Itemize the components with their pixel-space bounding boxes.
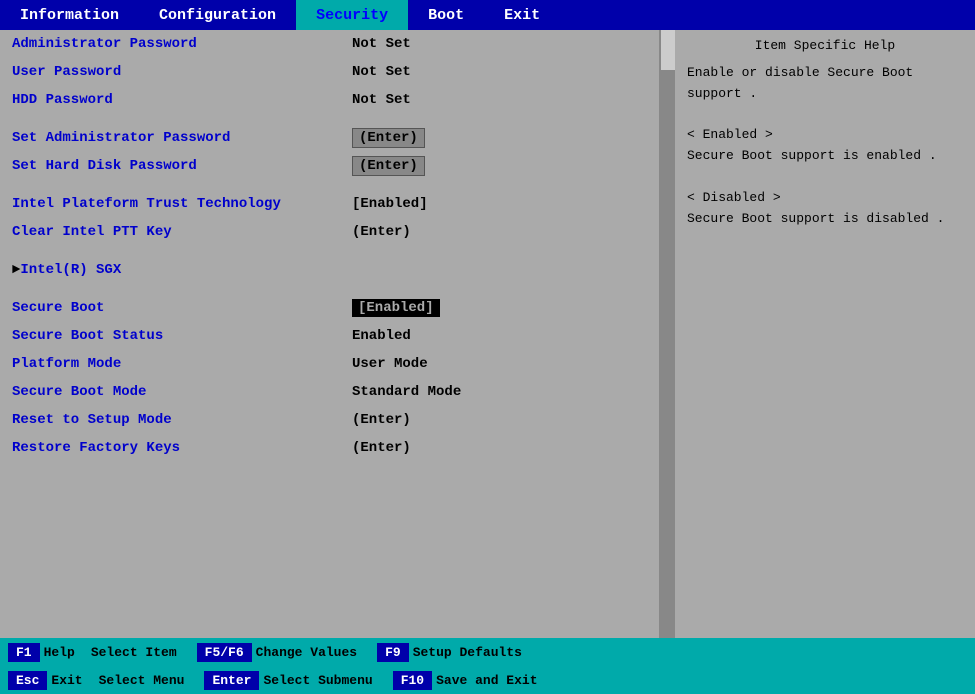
intel-ptt-row[interactable]: Intel Plateform Trust Technology [Enable…: [0, 190, 659, 218]
right-panel: Item Specific Help Enable or disable Sec…: [675, 30, 975, 638]
f9-key: F9: [377, 643, 409, 662]
set-administrator-password-value[interactable]: (Enter): [352, 128, 425, 148]
f1-key: F1: [8, 643, 40, 662]
menu-exit[interactable]: Exit: [484, 0, 560, 30]
bottom-bar: F1 Help Select Item F5/F6 Change Values …: [0, 638, 975, 694]
intel-ptt-label: Intel Plateform Trust Technology: [12, 196, 352, 212]
set-administrator-password-row[interactable]: Set Administrator Password (Enter): [0, 124, 659, 152]
secure-boot-label: Secure Boot: [12, 300, 352, 316]
f10-key: F10: [393, 671, 432, 690]
exit-label: Exit: [51, 673, 82, 688]
menu-boot[interactable]: Boot: [408, 0, 484, 30]
intel-sgx-row[interactable]: ► Intel(R) SGX: [0, 256, 659, 284]
menu-bar: Information Configuration Security Boot …: [0, 0, 975, 30]
scrollbar-thumb[interactable]: [661, 30, 675, 70]
select-item-label: Select Item: [91, 645, 177, 660]
secure-boot-status-label: Secure Boot Status: [12, 328, 352, 344]
main-content: Administrator Password Not Set User Pass…: [0, 30, 975, 638]
set-administrator-password-label: Set Administrator Password: [12, 130, 352, 146]
menu-configuration[interactable]: Configuration: [139, 0, 296, 30]
hdd-password-row[interactable]: HDD Password Not Set: [0, 86, 659, 114]
restore-factory-keys-row[interactable]: Restore Factory Keys (Enter): [0, 434, 659, 462]
secure-boot-value[interactable]: [Enabled]: [352, 299, 440, 317]
restore-factory-keys-label: Restore Factory Keys: [12, 440, 352, 456]
platform-mode-value: User Mode: [352, 356, 428, 372]
save-exit-label: Save and Exit: [436, 673, 537, 688]
clear-intel-ptt-row[interactable]: Clear Intel PTT Key (Enter): [0, 218, 659, 246]
left-panel: Administrator Password Not Set User Pass…: [0, 30, 661, 638]
intel-ptt-value: [Enabled]: [352, 196, 428, 212]
arrow-icon: ►: [12, 262, 20, 278]
f5f6-key: F5/F6: [197, 643, 252, 662]
hdd-password-value: Not Set: [352, 92, 411, 108]
user-password-label: User Password: [12, 64, 352, 80]
administrator-password-label: Administrator Password: [12, 36, 352, 52]
intel-sgx-label: Intel(R) SGX: [20, 262, 360, 278]
clear-intel-ptt-value: (Enter): [352, 224, 411, 240]
hdd-password-label: HDD Password: [12, 92, 352, 108]
menu-security[interactable]: Security: [296, 0, 408, 30]
menu-information[interactable]: Information: [0, 0, 139, 30]
change-values-label: Change Values: [256, 645, 357, 660]
administrator-password-value: Not Set: [352, 36, 411, 52]
help-title: Item Specific Help: [687, 38, 963, 53]
user-password-value: Not Set: [352, 64, 411, 80]
administrator-password-row[interactable]: Administrator Password Not Set: [0, 30, 659, 58]
reset-setup-mode-value: (Enter): [352, 412, 411, 428]
clear-intel-ptt-label: Clear Intel PTT Key: [12, 224, 352, 240]
secure-boot-mode-value: Standard Mode: [352, 384, 461, 400]
esc-key: Esc: [8, 671, 47, 690]
select-submenu-label: Select Submenu: [263, 673, 372, 688]
setup-defaults-label: Setup Defaults: [413, 645, 522, 660]
help-content: Enable or disable Secure Boot support . …: [687, 63, 963, 229]
reset-setup-mode-label: Reset to Setup Mode: [12, 412, 352, 428]
platform-mode-row[interactable]: Platform Mode User Mode: [0, 350, 659, 378]
secure-boot-row[interactable]: Secure Boot [Enabled]: [0, 294, 659, 322]
set-hard-disk-password-value[interactable]: (Enter): [352, 156, 425, 176]
platform-mode-label: Platform Mode: [12, 356, 352, 372]
secure-boot-mode-label: Secure Boot Mode: [12, 384, 352, 400]
secure-boot-status-value: Enabled: [352, 328, 411, 344]
scrollbar[interactable]: [661, 30, 675, 638]
select-menu-label: Select Menu: [99, 673, 185, 688]
restore-factory-keys-value: (Enter): [352, 440, 411, 456]
set-hard-disk-password-label: Set Hard Disk Password: [12, 158, 352, 174]
secure-boot-status-row[interactable]: Secure Boot Status Enabled: [0, 322, 659, 350]
help-label: Help: [44, 645, 75, 660]
set-hard-disk-password-row[interactable]: Set Hard Disk Password (Enter): [0, 152, 659, 180]
enter-key: Enter: [204, 671, 259, 690]
user-password-row[interactable]: User Password Not Set: [0, 58, 659, 86]
secure-boot-mode-row[interactable]: Secure Boot Mode Standard Mode: [0, 378, 659, 406]
reset-setup-mode-row[interactable]: Reset to Setup Mode (Enter): [0, 406, 659, 434]
